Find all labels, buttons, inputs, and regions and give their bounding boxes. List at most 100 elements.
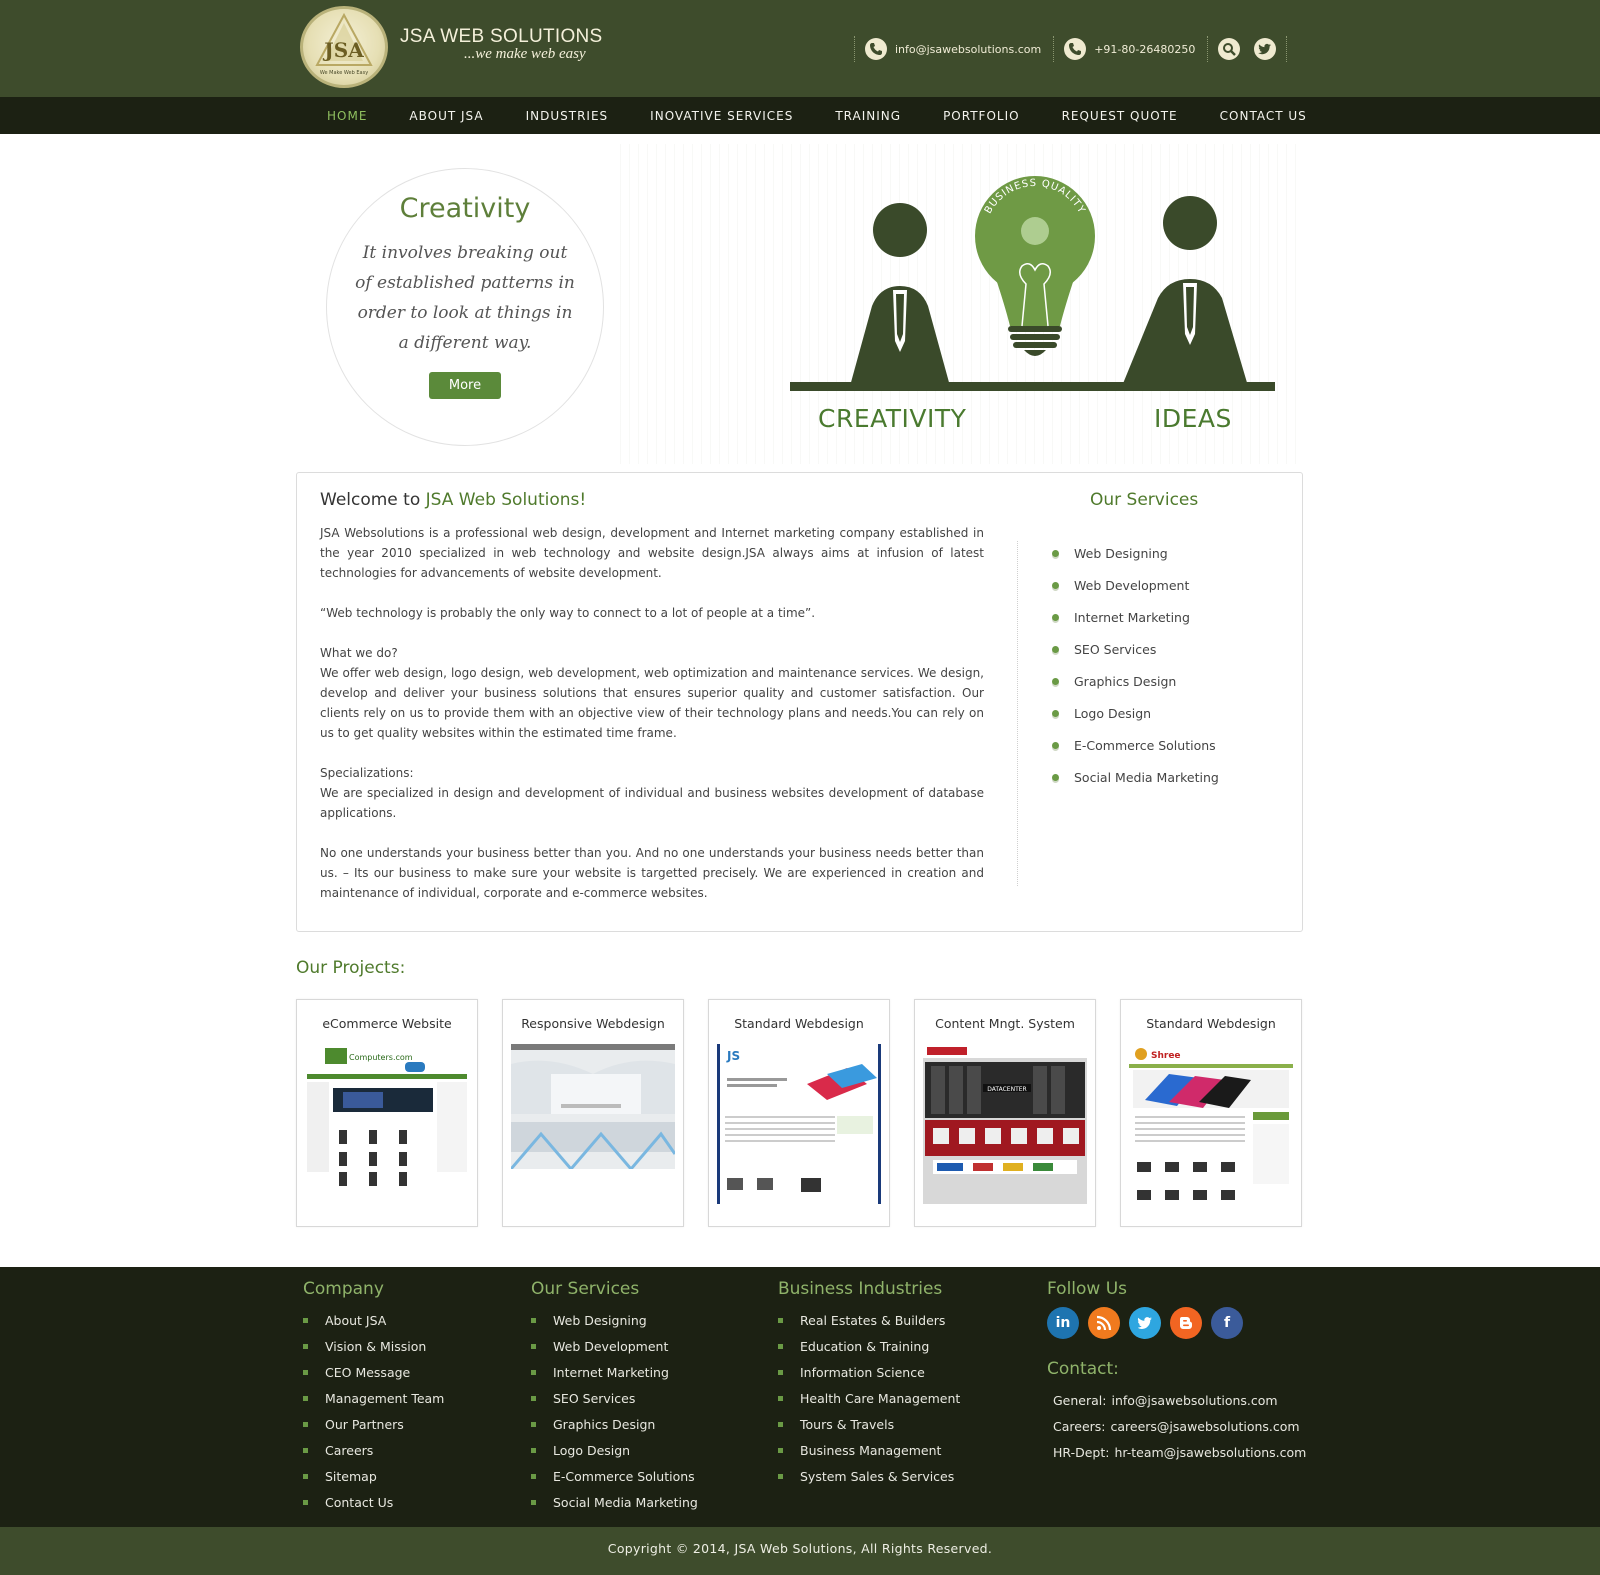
search-icon[interactable] xyxy=(1218,38,1241,60)
header-email[interactable]: info@jsawebsolutions.com xyxy=(855,38,1053,60)
service-item[interactable]: Web Designing xyxy=(1052,537,1219,569)
footer-link-label[interactable]: Real Estates & Builders xyxy=(800,1313,945,1328)
header-phone[interactable]: +91-80-26480250 xyxy=(1054,38,1207,60)
facebook-icon[interactable]: f xyxy=(1211,1307,1243,1339)
footer-link[interactable]: Education & Training xyxy=(778,1333,960,1359)
footer-link-label[interactable]: Business Management xyxy=(800,1443,941,1458)
service-label[interactable]: E-Commerce Solutions xyxy=(1074,738,1216,753)
footer-link-label[interactable]: Graphics Design xyxy=(553,1417,655,1432)
service-item[interactable]: SEO Services xyxy=(1052,633,1219,665)
footer-link[interactable]: Careers xyxy=(303,1437,444,1463)
project-card[interactable]: eCommerce Website Computers.com xyxy=(296,999,478,1227)
service-item[interactable]: E-Commerce Solutions xyxy=(1052,729,1219,761)
more-button[interactable]: More xyxy=(429,372,501,399)
linkedin-icon[interactable]: in xyxy=(1047,1307,1079,1339)
project-thumbnail[interactable]: JS xyxy=(717,1044,881,1204)
welcome-title: Welcome to JSA Web Solutions! xyxy=(320,490,586,510)
twitter-icon[interactable] xyxy=(1254,38,1277,60)
footer-link[interactable]: Information Science xyxy=(778,1359,960,1385)
footer-link[interactable]: Our Partners xyxy=(303,1411,444,1437)
nav-item-contact-us[interactable]: CONTACT US xyxy=(1199,109,1328,123)
footer-link[interactable]: Sitemap xyxy=(303,1463,444,1489)
footer-link-label[interactable]: About JSA xyxy=(325,1313,386,1328)
footer-link-label[interactable]: Vision & Mission xyxy=(325,1339,426,1354)
footer-link-label[interactable]: System Sales & Services xyxy=(800,1469,954,1484)
twitter-icon[interactable] xyxy=(1129,1307,1161,1339)
square-bullet-icon xyxy=(303,1369,308,1375)
project-thumbnail[interactable]: Computers.com xyxy=(305,1044,469,1194)
footer-link-label[interactable]: Web Development xyxy=(553,1339,668,1354)
nav-item-inovative-services[interactable]: INOVATIVE SERVICES xyxy=(629,109,814,123)
project-card[interactable]: Responsive Webdesign xyxy=(502,999,684,1227)
footer-link-label[interactable]: Tours & Travels xyxy=(800,1417,894,1432)
footer-link-label[interactable]: Information Science xyxy=(800,1365,925,1380)
project-card[interactable]: Standard Webdesign JS xyxy=(708,999,890,1227)
nav-item-home[interactable]: HOME xyxy=(306,109,388,123)
nav-item-portfolio[interactable]: PORTFOLIO xyxy=(922,109,1041,123)
contact-email[interactable]: hr-team@jsawebsolutions.com xyxy=(1114,1445,1306,1460)
footer-link[interactable]: Web Designing xyxy=(531,1307,698,1333)
footer-link[interactable]: Real Estates & Builders xyxy=(778,1307,960,1333)
footer-link-label[interactable]: Logo Design xyxy=(553,1443,630,1458)
footer-link-label[interactable]: Management Team xyxy=(325,1391,444,1406)
service-item[interactable]: Internet Marketing xyxy=(1052,601,1219,633)
footer-link-label[interactable]: Internet Marketing xyxy=(553,1365,669,1380)
nav-item-industries[interactable]: INDUSTRIES xyxy=(505,109,630,123)
header-email-text[interactable]: info@jsawebsolutions.com xyxy=(895,43,1041,56)
service-label[interactable]: Graphics Design xyxy=(1074,674,1176,689)
footer-link[interactable]: SEO Services xyxy=(531,1385,698,1411)
footer-link[interactable]: Internet Marketing xyxy=(531,1359,698,1385)
contact-email[interactable]: info@jsawebsolutions.com xyxy=(1111,1393,1277,1408)
project-thumbnail[interactable] xyxy=(511,1044,675,1169)
footer-link[interactable]: System Sales & Services xyxy=(778,1463,960,1489)
service-label[interactable]: Logo Design xyxy=(1074,706,1151,721)
project-thumbnail[interactable]: Shree xyxy=(1129,1044,1293,1209)
footer-link-label[interactable]: E-Commerce Solutions xyxy=(553,1469,695,1484)
nav-item-request-quote[interactable]: REQUEST QUOTE xyxy=(1041,109,1199,123)
project-card[interactable]: Content Mngt. System DATACENTER xyxy=(914,999,1096,1227)
service-item[interactable]: Web Development xyxy=(1052,569,1219,601)
footer-link[interactable]: Health Care Management xyxy=(778,1385,960,1411)
service-label[interactable]: Web Designing xyxy=(1074,546,1168,561)
service-label[interactable]: Social Media Marketing xyxy=(1074,770,1219,785)
service-label[interactable]: SEO Services xyxy=(1074,642,1156,657)
what-we-do-paragraph: We offer web design, logo design, web de… xyxy=(320,666,984,740)
footer-link-label[interactable]: SEO Services xyxy=(553,1391,635,1406)
square-bullet-icon xyxy=(303,1421,308,1427)
footer-link[interactable]: Contact Us xyxy=(303,1489,444,1515)
footer-link[interactable]: Tours & Travels xyxy=(778,1411,960,1437)
project-card[interactable]: Standard Webdesign Shree xyxy=(1120,999,1302,1227)
footer-link[interactable]: Web Development xyxy=(531,1333,698,1359)
logo[interactable]: JSA We Make Web Easy JSA WEB SOLUTIONS .… xyxy=(300,6,603,88)
nav-item-training[interactable]: TRAINING xyxy=(814,109,922,123)
footer-link[interactable]: Logo Design xyxy=(531,1437,698,1463)
service-item[interactable]: Logo Design xyxy=(1052,697,1219,729)
blogger-icon[interactable] xyxy=(1170,1307,1202,1339)
footer-link[interactable]: Social Media Marketing xyxy=(531,1489,698,1515)
service-label[interactable]: Web Development xyxy=(1074,578,1189,593)
footer-link-label[interactable]: Health Care Management xyxy=(800,1391,960,1406)
project-thumbnail[interactable]: DATACENTER xyxy=(923,1044,1087,1204)
footer-link-label[interactable]: Web Designing xyxy=(553,1313,647,1328)
footer-link[interactable]: E-Commerce Solutions xyxy=(531,1463,698,1489)
contact-email[interactable]: careers@jsawebsolutions.com xyxy=(1111,1419,1300,1434)
service-item[interactable]: Graphics Design xyxy=(1052,665,1219,697)
footer-link-label[interactable]: Education & Training xyxy=(800,1339,929,1354)
nav-list: HOME ABOUT JSA INDUSTRIES INOVATIVE SERVICE… xyxy=(306,97,1328,134)
footer-link[interactable]: CEO Message xyxy=(303,1359,444,1385)
service-item[interactable]: Social Media Marketing xyxy=(1052,761,1219,793)
footer-link[interactable]: Business Management xyxy=(778,1437,960,1463)
nav-item-about-jsa[interactable]: ABOUT JSA xyxy=(388,109,504,123)
footer-link[interactable]: About JSA xyxy=(303,1307,444,1333)
footer-link-label[interactable]: CEO Message xyxy=(325,1365,410,1380)
footer-link[interactable]: Management Team xyxy=(303,1385,444,1411)
footer-link-label[interactable]: Contact Us xyxy=(325,1495,393,1510)
footer-link-label[interactable]: Careers xyxy=(325,1443,373,1458)
footer-link-label[interactable]: Sitemap xyxy=(325,1469,377,1484)
service-label[interactable]: Internet Marketing xyxy=(1074,610,1190,625)
footer-link-label[interactable]: Our Partners xyxy=(325,1417,404,1432)
footer-link[interactable]: Graphics Design xyxy=(531,1411,698,1437)
footer-link-label[interactable]: Social Media Marketing xyxy=(553,1495,698,1510)
rss-icon[interactable] xyxy=(1088,1307,1120,1339)
footer-link[interactable]: Vision & Mission xyxy=(303,1333,444,1359)
